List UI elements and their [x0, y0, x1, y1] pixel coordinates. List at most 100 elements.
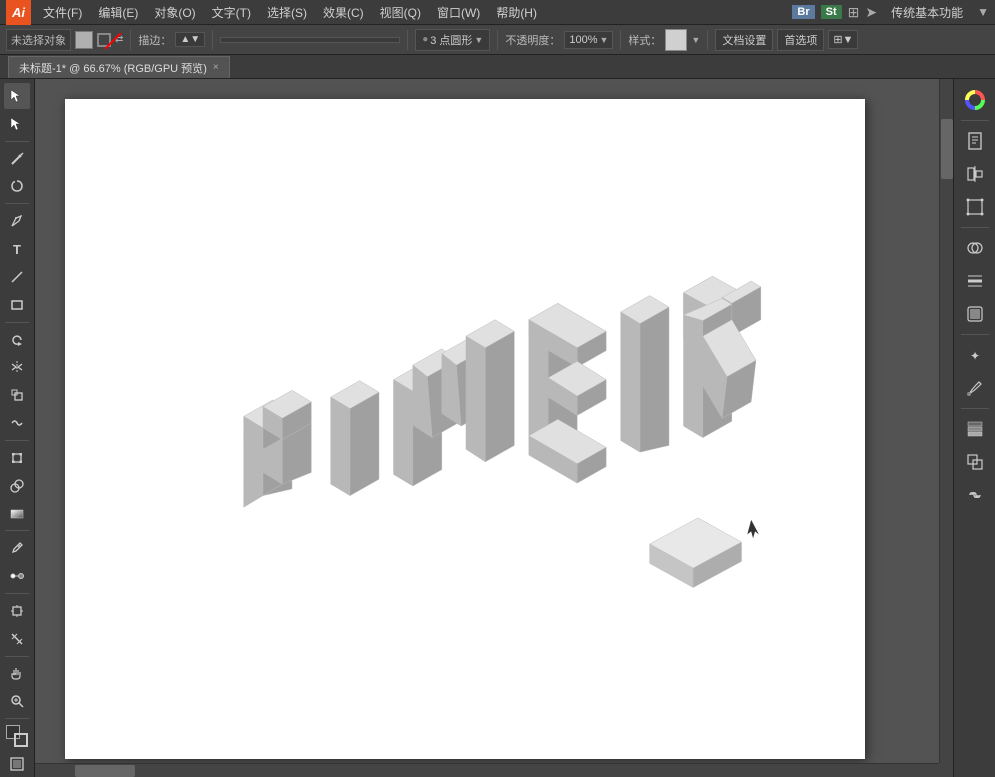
- tool-divider-3: [5, 322, 29, 323]
- workspace-label[interactable]: 传统基本功能: [883, 2, 971, 23]
- blend-tool-btn[interactable]: [4, 563, 30, 589]
- reflect-icon: [10, 360, 24, 374]
- direct-selection-tool-btn[interactable]: [4, 111, 30, 137]
- selection-cursor-icon: [10, 89, 24, 103]
- document-panel-btn[interactable]: [960, 126, 990, 156]
- menu-file[interactable]: 文件(F): [35, 2, 90, 23]
- right-divider-1: [961, 120, 989, 121]
- toolbar: 未选择对象 ⇄ 描边： ▲▼ ● 3 点圆形 ▼ 不透明度： 100% ▼ 样式…: [0, 25, 995, 55]
- graphic-styles-icon: [966, 305, 984, 323]
- tab-close-button[interactable]: ×: [213, 62, 219, 73]
- selection-tool-btn[interactable]: [4, 83, 30, 109]
- canvas-area[interactable]: [35, 79, 953, 777]
- preferences-button[interactable]: 首选项: [777, 29, 824, 51]
- right-divider-4: [961, 408, 989, 409]
- isometric-text-graphic: [205, 159, 785, 639]
- document-tab[interactable]: 未标题-1* @ 66.67% (RGB/GPU 预览) ×: [8, 56, 230, 78]
- horizontal-scrollbar[interactable]: [35, 763, 939, 777]
- left-toolbar: T: [0, 79, 35, 777]
- symbols-panel-btn[interactable]: ✦: [960, 340, 990, 370]
- menu-window[interactable]: 窗口(W): [429, 2, 488, 23]
- opacity-label: 不透明度：: [505, 32, 560, 48]
- direct-cursor-icon: [10, 117, 24, 131]
- bridge-button[interactable]: Br: [792, 5, 814, 19]
- shape-builder-tool-btn[interactable]: [4, 473, 30, 499]
- layers-panel-btn[interactable]: [960, 414, 990, 444]
- opacity-input[interactable]: 100% ▼: [564, 31, 613, 49]
- horizontal-scroll-thumb[interactable]: [75, 765, 135, 777]
- main-layout: T: [0, 79, 995, 777]
- menu-object[interactable]: 对象(O): [146, 2, 203, 23]
- toolbar-extra-button[interactable]: ⊞▼: [828, 30, 858, 49]
- vertical-scroll-thumb[interactable]: [941, 119, 953, 179]
- graphic-styles-btn[interactable]: [960, 299, 990, 329]
- warp-tool-btn[interactable]: [4, 410, 30, 436]
- pathfinder-panel-btn[interactable]: [960, 233, 990, 263]
- color-wheel-icon: [965, 90, 985, 110]
- shape-dropdown-arrow: ▼: [474, 35, 483, 45]
- brushes-panel-btn[interactable]: [960, 373, 990, 403]
- menu-edit[interactable]: 编辑(E): [90, 2, 146, 23]
- type-tool-btn[interactable]: T: [4, 236, 30, 262]
- menu-view[interactable]: 视图(Q): [372, 2, 429, 23]
- fill-stroke-indicator[interactable]: [4, 723, 30, 749]
- right-divider-3: [961, 334, 989, 335]
- pen-tool-btn[interactable]: [4, 208, 30, 234]
- style-label: 样式：: [628, 32, 661, 48]
- vertical-scrollbar[interactable]: [939, 79, 953, 763]
- reflect-tool-btn[interactable]: [4, 354, 30, 380]
- stroke-label: 描边：: [138, 32, 171, 48]
- hand-tool-btn[interactable]: [4, 661, 30, 687]
- screen-mode-btn[interactable]: [4, 751, 30, 777]
- free-transform-tool-btn[interactable]: [4, 445, 30, 471]
- style-dropdown: ▼: [691, 35, 700, 45]
- symbols-icon: ✦: [966, 346, 984, 364]
- slice-icon: [10, 632, 24, 646]
- stroke-style-select[interactable]: [220, 37, 400, 43]
- rotate-tool-btn[interactable]: [4, 327, 30, 353]
- links-panel-btn[interactable]: [960, 480, 990, 510]
- scale-tool-btn[interactable]: [4, 382, 30, 408]
- artboards-panel-btn[interactable]: [960, 447, 990, 477]
- links-icon: [966, 486, 984, 504]
- toolbar-divider-6: [707, 30, 708, 50]
- stock-button[interactable]: St: [821, 5, 842, 19]
- stroke-swatch[interactable]: [95, 31, 113, 49]
- svg-text:✦: ✦: [970, 349, 980, 363]
- toolbar-divider-4: [497, 30, 498, 50]
- lasso-tool-btn[interactable]: [4, 173, 30, 199]
- zoom-icon: [10, 694, 24, 708]
- zoom-tool-btn[interactable]: [4, 689, 30, 715]
- tool-divider-6: [5, 593, 29, 594]
- shape-select[interactable]: ● 3 点圆形 ▼: [415, 29, 490, 51]
- menu-select[interactable]: 选择(S): [259, 2, 315, 23]
- rectangle-tool-btn[interactable]: [4, 292, 30, 318]
- eyedropper-tool-btn[interactable]: [4, 535, 30, 561]
- grid-icon: ⊞: [848, 4, 860, 21]
- stroke-value: ▲▼: [180, 34, 200, 45]
- stroke-spinbox[interactable]: ▲▼: [175, 32, 205, 47]
- line-tool-btn[interactable]: [4, 264, 30, 290]
- workspace-arrow[interactable]: ▼: [977, 5, 989, 19]
- toolbar-divider-1: [130, 30, 131, 50]
- slice-tool-btn[interactable]: [4, 626, 30, 652]
- artboard: [65, 99, 865, 759]
- color-panel-btn[interactable]: [960, 85, 990, 115]
- align-panel-btn[interactable]: [960, 159, 990, 189]
- align-icon: [966, 165, 984, 183]
- menu-effect[interactable]: 效果(C): [315, 2, 372, 23]
- gradient-tool-btn[interactable]: [4, 501, 30, 527]
- magic-wand-tool-btn[interactable]: [4, 146, 30, 172]
- menu-help[interactable]: 帮助(H): [488, 2, 545, 23]
- fill-swatch[interactable]: [75, 31, 93, 49]
- toolbar-divider-5: [620, 30, 621, 50]
- stroke-panel-btn[interactable]: [960, 266, 990, 296]
- tool-divider-8: [5, 718, 29, 719]
- style-swatch[interactable]: [665, 29, 687, 51]
- transform-panel-btn[interactable]: [960, 192, 990, 222]
- doc-settings-button[interactable]: 文档设置: [715, 29, 773, 51]
- scrollbar-corner: [939, 763, 953, 777]
- right-divider-2: [961, 227, 989, 228]
- artboard-tool-btn[interactable]: [4, 598, 30, 624]
- menu-text[interactable]: 文字(T): [204, 2, 259, 23]
